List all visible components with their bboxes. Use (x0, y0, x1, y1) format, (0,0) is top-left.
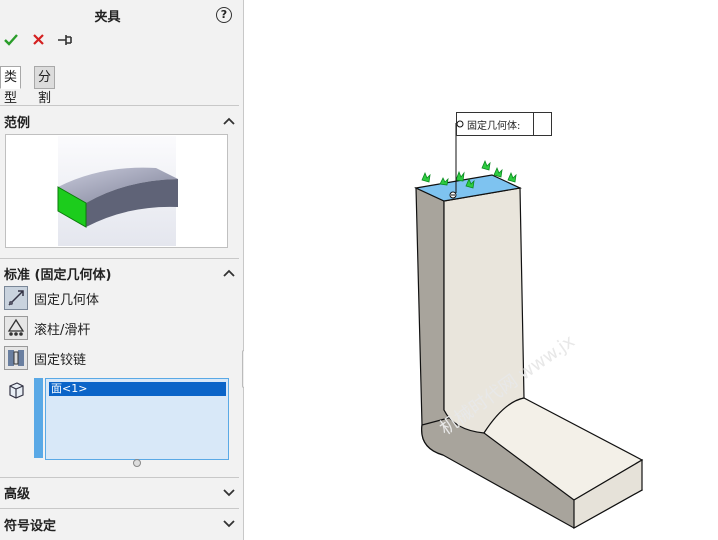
face-icon (7, 381, 25, 399)
chevron-down-icon[interactable] (222, 485, 236, 499)
selection-focus-bar (34, 378, 43, 458)
tab-split[interactable]: 分割 (34, 66, 56, 106)
selection-item-face[interactable]: 面<1> (49, 382, 226, 396)
divider (0, 105, 239, 106)
option-label: 固定几何体 (34, 293, 100, 308)
help-icon[interactable]: ? (216, 7, 232, 23)
callout-divider (533, 113, 534, 135)
section-symbol-header[interactable]: 符号设定 (4, 515, 56, 534)
property-manager-panel: 夹具 ? 类型 分割 范例 标准 (固定几何体) 固定几何体 滚柱/滑杆 固定铰… (0, 0, 244, 540)
chevron-up-icon[interactable] (222, 114, 236, 128)
fixed-hinge-icon (4, 346, 28, 370)
section-advanced-header[interactable]: 高级 (4, 483, 30, 502)
section-scope-header[interactable]: 范例 (4, 112, 30, 131)
tab-type[interactable]: 类型 (0, 66, 22, 106)
divider (0, 508, 239, 509)
selection-list[interactable]: 面<1> (45, 378, 229, 460)
check-icon[interactable] (4, 33, 18, 51)
roller-slider-icon (4, 316, 28, 340)
x-icon[interactable] (32, 33, 46, 51)
option-label: 滚柱/滑杆 (34, 323, 91, 338)
option-label: 固定铰链 (34, 353, 87, 368)
resize-handle[interactable] (133, 459, 141, 467)
l-bracket-model[interactable]: 机械时代网 www.jx (244, 0, 718, 540)
pin-icon[interactable] (57, 33, 73, 51)
chevron-up-icon[interactable] (222, 266, 236, 280)
divider (0, 477, 239, 478)
divider (0, 258, 239, 259)
example-preview-image (5, 134, 228, 248)
fixed-geometry-icon (4, 286, 28, 310)
panel-title: 夹具 (94, 10, 121, 25)
graphics-viewport[interactable]: 机械时代网 www.jx 固定几何体: (244, 0, 718, 540)
section-standard-header[interactable]: 标准 (固定几何体) (4, 264, 111, 283)
callout-label: 固定几何体: (467, 121, 521, 132)
callout-anchor-icon (456, 120, 464, 128)
fixture-callout[interactable]: 固定几何体: (456, 112, 552, 136)
chevron-down-icon[interactable] (222, 516, 236, 530)
